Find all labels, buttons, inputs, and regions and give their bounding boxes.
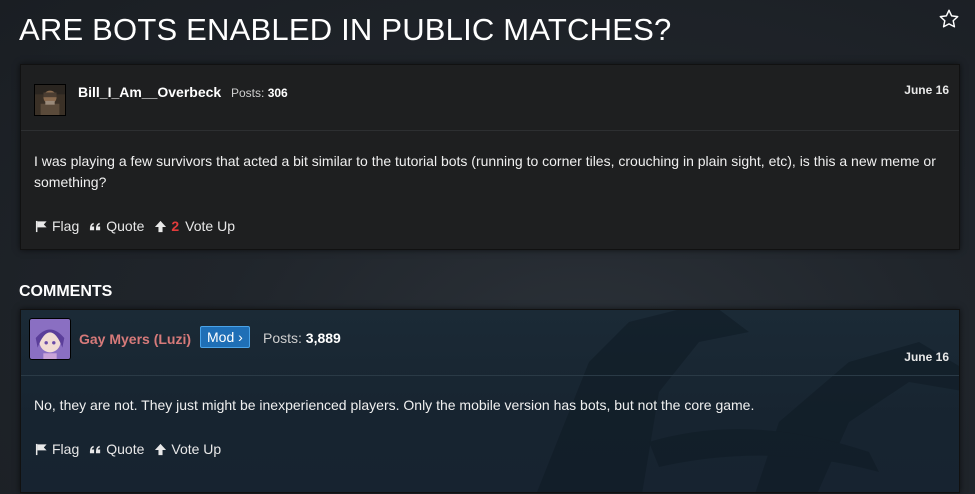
comments-heading: COMMENTS <box>19 283 113 300</box>
quote-icon <box>90 445 101 453</box>
flag-button[interactable]: Flag <box>35 441 79 457</box>
flag-icon <box>35 443 47 455</box>
comment-actions: Flag Quote Vote Up <box>35 441 221 457</box>
user-avatar[interactable] <box>34 84 66 116</box>
page-title: ARE BOTS ENABLED IN PUBLIC MATCHES? <box>19 12 672 47</box>
comment-header: Gay Myers (Luzi) Mod › Posts: 3,889 June… <box>21 310 959 376</box>
flag-label: Flag <box>52 441 80 457</box>
original-post: Bill_I_Am__Overbeck Posts: 306 June 16 I… <box>20 64 960 250</box>
post-actions: Flag Quote 2 Vote Up <box>35 218 235 234</box>
post-author-name[interactable]: Bill_I_Am__Overbeck <box>78 84 221 100</box>
vote-count: 2 <box>171 218 180 234</box>
post-body: I was playing a few survivors that acted… <box>34 153 936 190</box>
arrow-up-icon <box>155 220 167 232</box>
posts-label: Posts: <box>263 330 302 346</box>
vote-up-button[interactable]: Vote Up <box>154 441 221 457</box>
vote-up-label: Vote Up <box>185 218 235 234</box>
discussion-page: ARE BOTS ENABLED IN PUBLIC MATCHES? Bill… <box>0 0 975 494</box>
vote-up-button[interactable]: 2 Vote Up <box>154 218 235 234</box>
comment-author-post-count: Posts: 3,889 <box>263 330 341 346</box>
arrow-up-icon <box>155 443 167 455</box>
quote-button[interactable]: Quote <box>89 441 144 457</box>
posts-label: Posts: <box>231 86 265 100</box>
flag-label: Flag <box>52 218 80 234</box>
quote-label: Quote <box>106 441 145 457</box>
posts-count: 3,889 <box>305 330 341 346</box>
quote-icon <box>90 222 101 230</box>
user-avatar[interactable] <box>29 318 71 360</box>
post-header: Bill_I_Am__Overbeck Posts: 306 June 16 <box>21 65 959 131</box>
post-date: June 16 <box>904 83 949 97</box>
vote-up-label: Vote Up <box>171 441 222 457</box>
quote-button[interactable]: Quote <box>89 218 144 234</box>
comment-date: June 16 <box>904 350 949 364</box>
post-author-post-count: Posts: 306 <box>231 86 288 100</box>
star-outline-icon[interactable] <box>938 8 960 30</box>
flag-icon <box>35 220 47 232</box>
quote-label: Quote <box>106 218 145 234</box>
comment: Gay Myers (Luzi) Mod › Posts: 3,889 June… <box>20 309 960 493</box>
flag-button[interactable]: Flag <box>35 218 79 234</box>
comment-author-name[interactable]: Gay Myers (Luzi) <box>79 331 191 347</box>
posts-count: 306 <box>267 86 288 100</box>
comment-body: No, they are not. They just might be ine… <box>34 397 755 413</box>
mod-badge[interactable]: Mod › <box>200 326 250 348</box>
